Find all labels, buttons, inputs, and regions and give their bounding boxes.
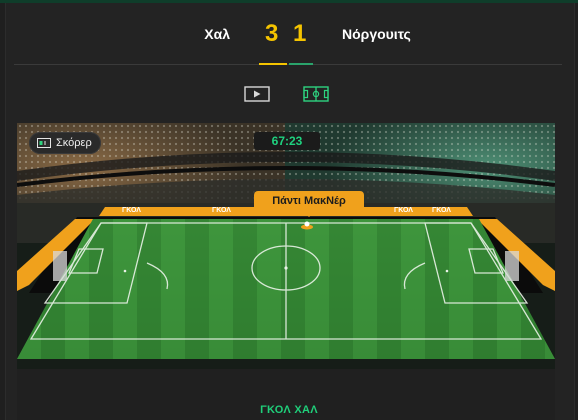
ad-board-text: ΓΚΟΛ [394,207,413,214]
goal-scorer-name: Πάντι ΜακΝέρ [254,191,364,212]
away-score: 1 [293,20,307,47]
match-field [17,123,555,369]
stadium-graphic [17,123,555,369]
ad-board-text: ΓΚΟΛ [212,207,231,214]
video-view-button[interactable] [244,86,270,102]
scoreboard: Χαλ 3 1 Νόργουιτς [0,0,578,66]
pitch-view-button[interactable] [303,86,329,102]
ad-board-text: ΓΚΟΛ [122,207,141,214]
player-pointer [304,212,314,217]
away-team-name: Νόργουιτς [342,26,411,42]
home-team-name: Χαλ [204,26,230,42]
pitch-icon [303,86,329,102]
home-score-underline [259,63,287,65]
divider [14,64,562,65]
away-score-underline [289,63,313,65]
home-score: 3 [265,20,279,47]
play-icon [244,86,270,102]
ad-board-text: ΓΚΟΛ [432,207,451,214]
match-timer: 67:23 [254,132,320,150]
event-label: ΓΚΟΛ ΧΑΛ [260,404,318,416]
scoreboard-icon [37,138,51,148]
scorer-label: Σκόρερ [56,137,92,149]
scorer-button[interactable]: Σκόρερ [29,132,101,154]
